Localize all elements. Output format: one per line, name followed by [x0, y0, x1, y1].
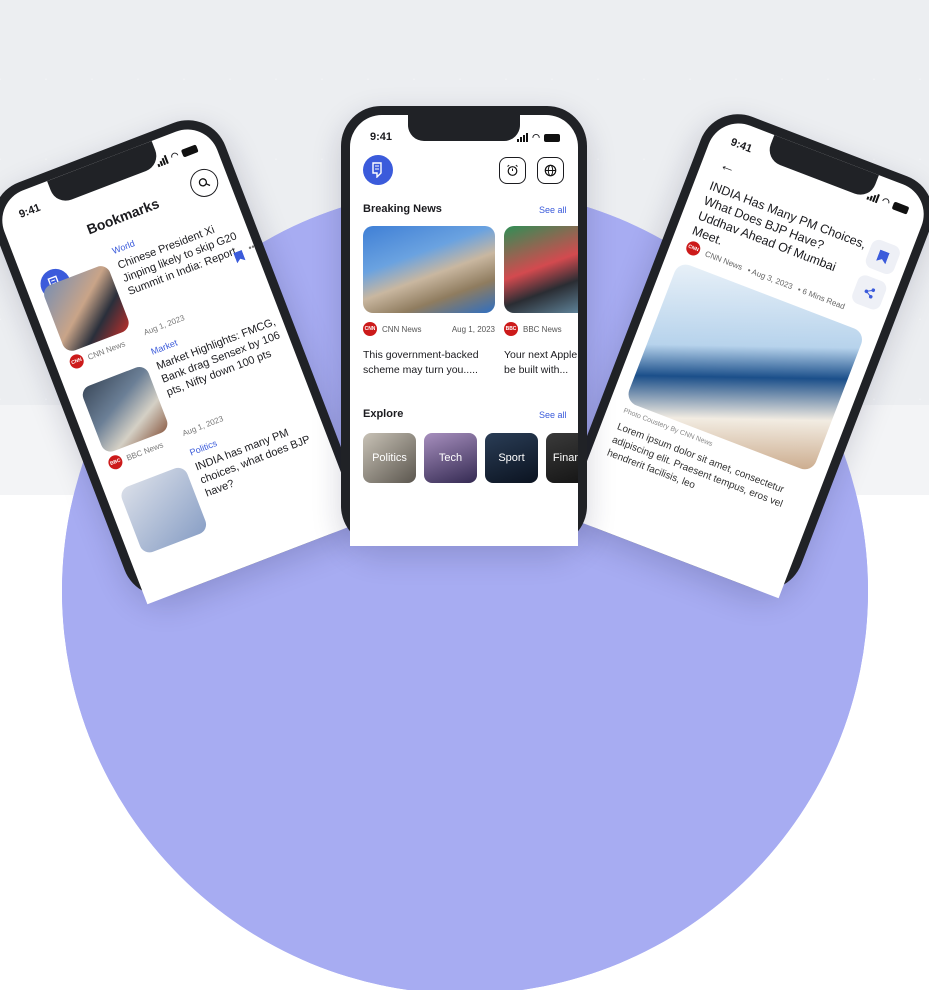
wifi-icon: ◠: [880, 195, 892, 208]
explore-tile-politics[interactable]: Politics: [363, 433, 416, 483]
explore-see-all-link[interactable]: See all: [539, 410, 567, 420]
article-date: Aug 1, 2023: [142, 313, 186, 338]
status-time: 9:41: [17, 201, 43, 221]
battery-icon: [544, 133, 560, 142]
card-source: BBC BBC News: [504, 322, 578, 336]
explore-tile-tech[interactable]: Tech: [424, 433, 477, 483]
explore-tile-finance[interactable]: Finance: [546, 433, 578, 483]
breaking-news-title: Breaking News: [363, 203, 442, 215]
cnn-logo-icon: CNN: [684, 239, 703, 258]
bbc-logo-icon: BBC: [504, 322, 518, 336]
more-options-icon[interactable]: •••: [247, 240, 259, 253]
status-time: 9:41: [370, 131, 393, 143]
bbc-logo-icon: BBC: [106, 453, 125, 472]
news-logo-icon[interactable]: [363, 155, 393, 185]
article-thumbnail: [118, 464, 209, 556]
signal-icon: [517, 133, 529, 142]
cnn-logo-icon: CNN: [363, 322, 377, 336]
alarm-button[interactable]: [499, 157, 526, 184]
news-card[interactable]: CNN CNN News Aug 1, 2023 This government-b…: [363, 226, 495, 376]
home-screen: 9:41 ◠ Breaking News See all CNN CNN News…: [350, 115, 578, 546]
explore-tile-sport[interactable]: Sport: [485, 433, 538, 483]
card-title[interactable]: This government-backed scheme may turn y…: [363, 348, 495, 378]
cnn-logo-icon: CNN: [67, 352, 86, 371]
wifi-icon: ◠: [532, 132, 540, 142]
search-icon: [198, 178, 211, 187]
phone-home: 9:41 ◠ Breaking News See all CNN CNN News…: [341, 106, 587, 546]
alarm-clock-icon: [507, 164, 518, 176]
card-image: [504, 226, 578, 313]
battery-icon: [891, 200, 910, 215]
back-arrow-icon[interactable]: ←: [717, 156, 738, 179]
battery-icon: [180, 143, 199, 158]
card-source: CNN CNN News Aug 1, 2023: [363, 322, 495, 336]
language-button[interactable]: [537, 157, 564, 184]
status-time: 9:41: [728, 136, 754, 156]
phone-notch: [408, 115, 520, 141]
card-title[interactable]: Your next Apple Watch may be built with.…: [504, 348, 578, 378]
signal-icon: [155, 154, 169, 168]
card-image: [363, 226, 495, 313]
bookmark-icon: [876, 250, 890, 265]
news-card[interactable]: BBCBBC News Your next Apple Watch may be…: [504, 226, 578, 376]
article-date: Aug 1, 2023: [181, 414, 225, 438]
search-button[interactable]: [186, 164, 223, 201]
breaking-see-all-link[interactable]: See all: [539, 205, 567, 215]
wifi-icon: ◠: [169, 149, 181, 162]
share-icon: [864, 288, 876, 299]
explore-title: Explore: [363, 408, 404, 420]
globe-icon: [544, 164, 557, 177]
